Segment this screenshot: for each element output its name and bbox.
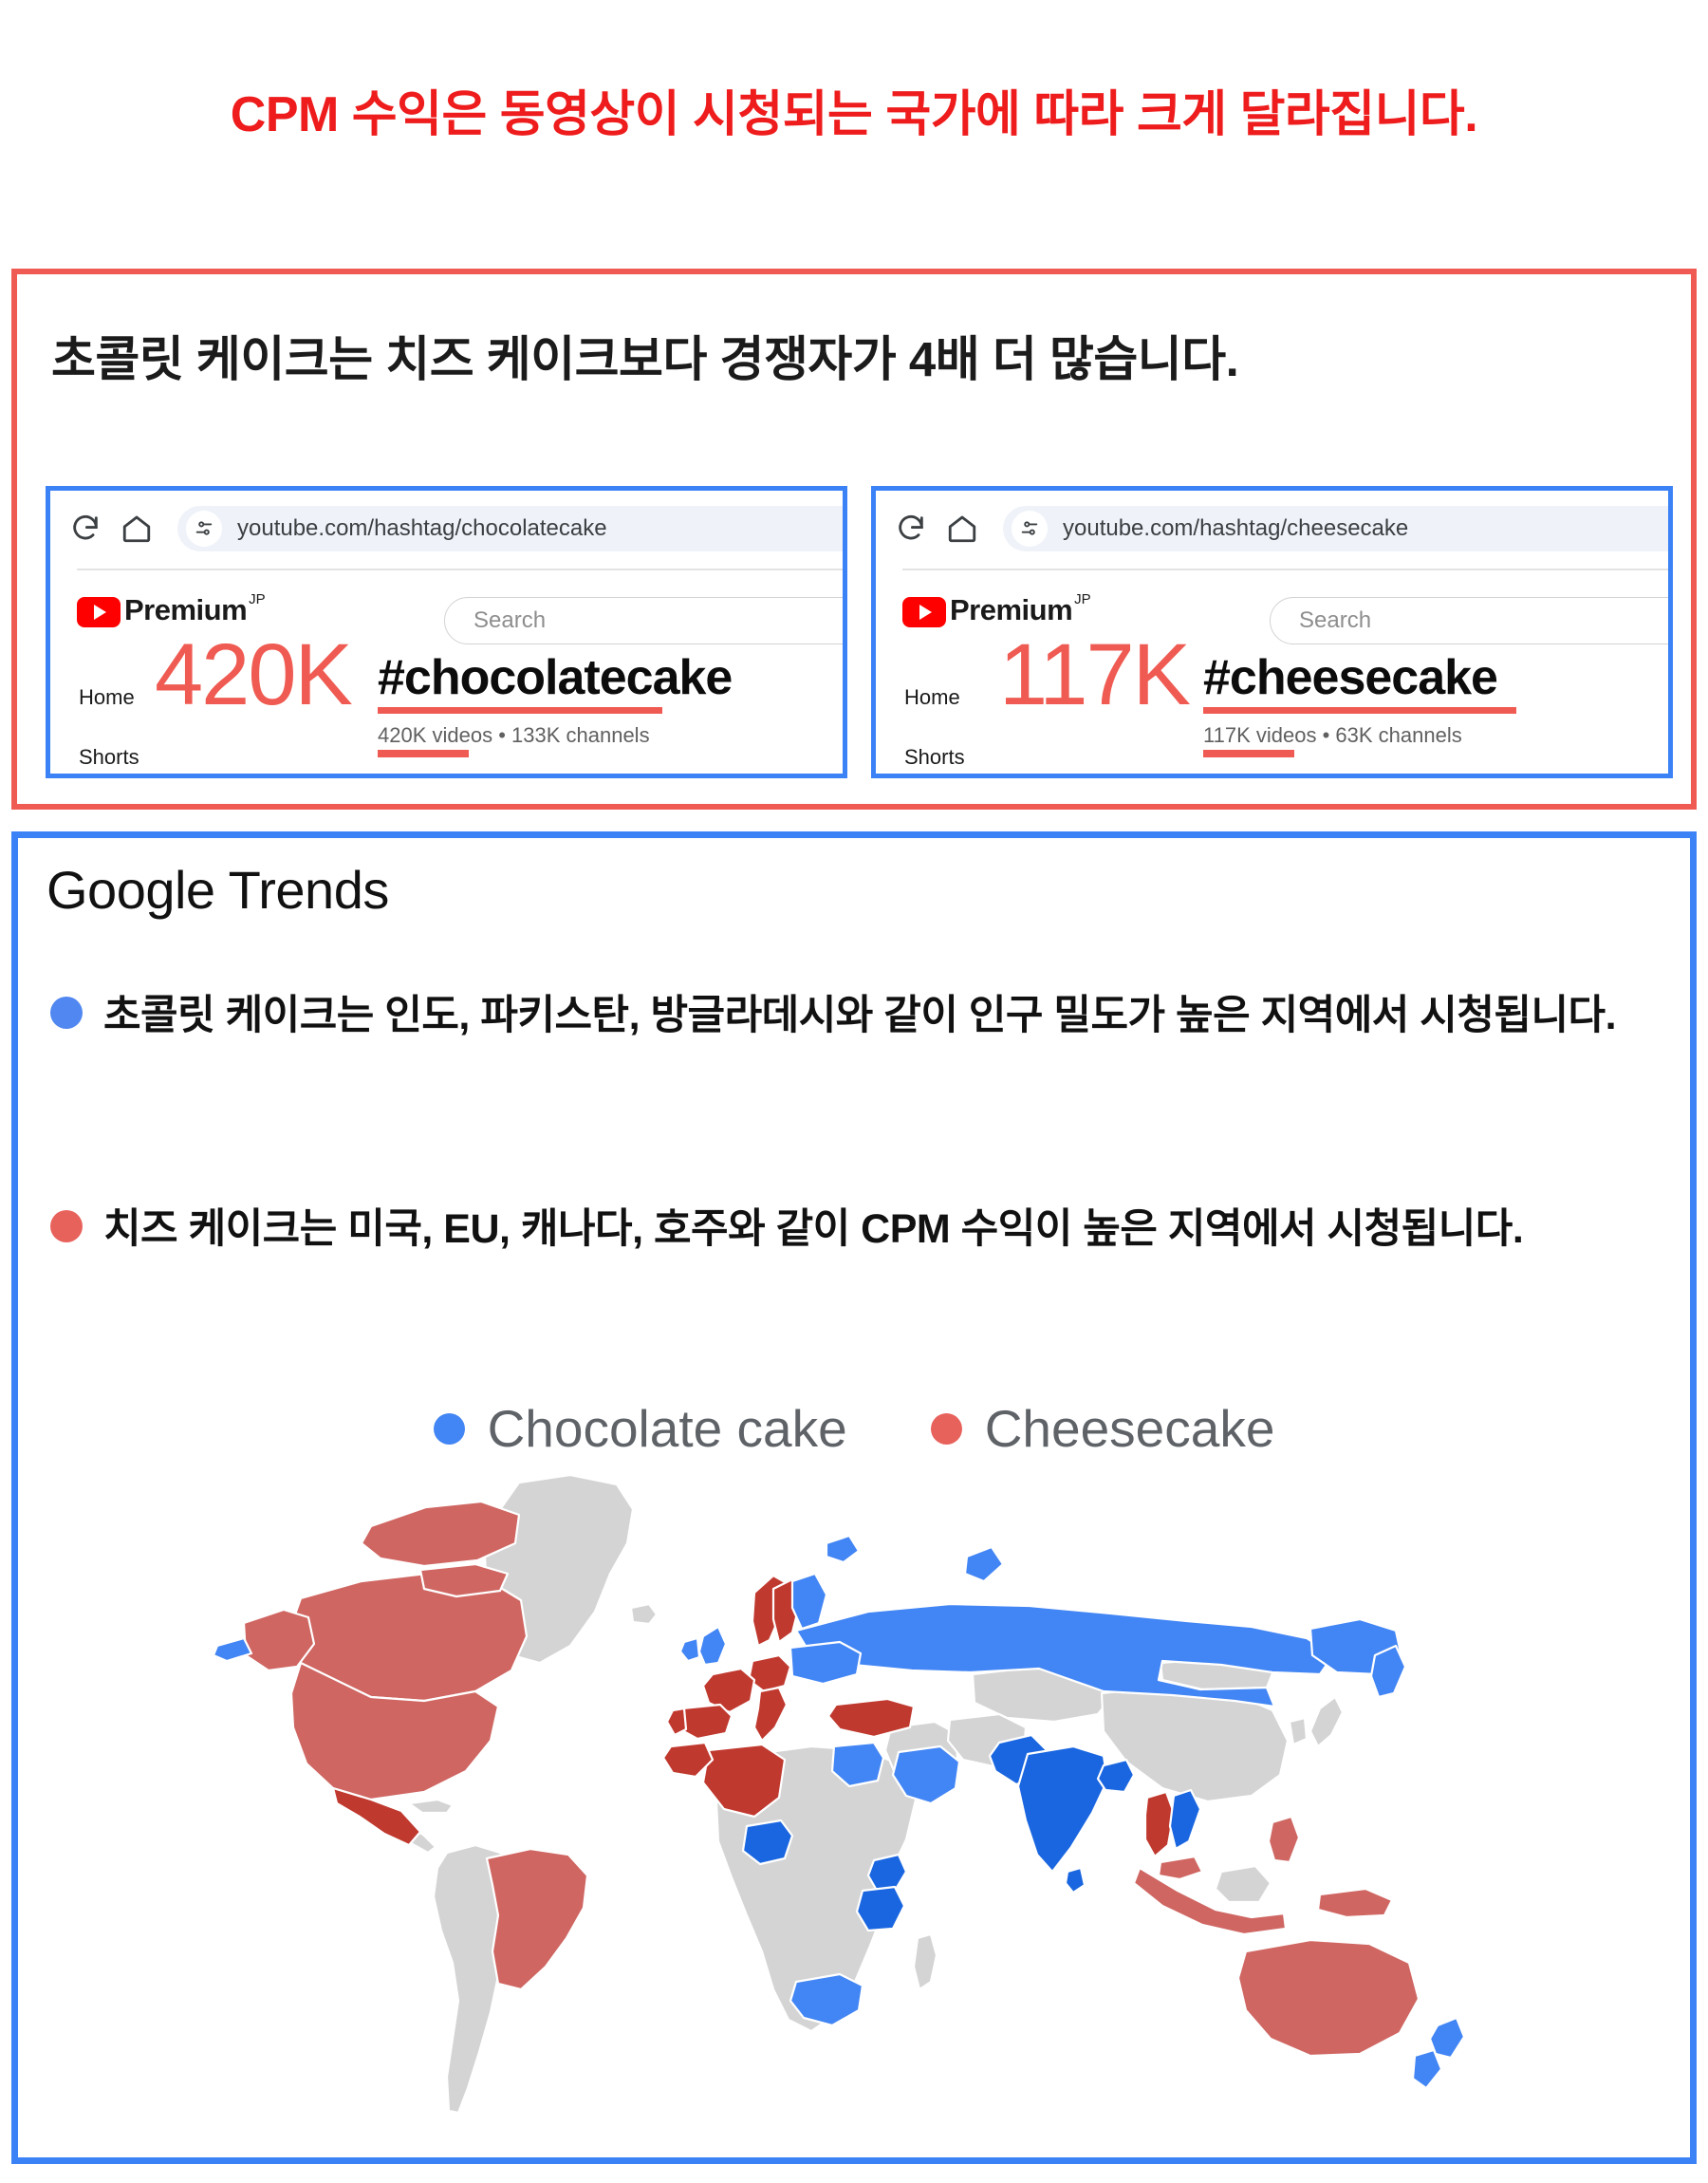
sidebar-item-shorts[interactable]: Shorts bbox=[79, 745, 139, 770]
url-text: youtube.com/hashtag/cheesecake bbox=[1063, 515, 1409, 541]
region-india bbox=[1016, 1745, 1109, 1874]
home-icon[interactable] bbox=[946, 513, 978, 545]
region-korea bbox=[1288, 1716, 1309, 1746]
sidebar-item-home[interactable]: Home bbox=[79, 685, 135, 710]
region-vietnam bbox=[1168, 1788, 1202, 1851]
youtube-card-chocolatecake[interactable]: youtube.com/hashtag/chocolatecake Premiu… bbox=[46, 486, 847, 778]
region-label: JP bbox=[1074, 591, 1091, 607]
region-brazil bbox=[485, 1847, 589, 1991]
site-settings-icon[interactable] bbox=[1012, 511, 1048, 547]
world-map-chart bbox=[18, 1469, 1690, 2134]
map-legend: Chocolate cake Cheesecake bbox=[18, 1398, 1690, 1459]
hashtag-title: #chocolatecake bbox=[378, 650, 733, 705]
url-text: youtube.com/hashtag/chocolatecake bbox=[237, 515, 607, 541]
world-map-svg bbox=[212, 1473, 1466, 2115]
region-ukraine-belarus bbox=[789, 1640, 863, 1686]
bullet-dot-icon bbox=[50, 1210, 83, 1242]
home-icon[interactable] bbox=[121, 513, 153, 545]
youtube-card-cheesecake[interactable]: youtube.com/hashtag/cheesecake Premium J… bbox=[871, 486, 1673, 778]
region-italy bbox=[752, 1686, 789, 1743]
region-ireland bbox=[678, 1636, 701, 1663]
region-australia bbox=[1236, 1938, 1420, 2058]
search-input[interactable]: Search bbox=[1270, 597, 1668, 644]
video-count-callout: 117K bbox=[999, 626, 1191, 723]
legend-item-cheesecake: Cheesecake bbox=[930, 1398, 1275, 1459]
search-input[interactable]: Search bbox=[444, 597, 843, 644]
region-philippines bbox=[1267, 1815, 1301, 1864]
section-title: Google Trends bbox=[46, 860, 389, 920]
video-count-callout: 420K bbox=[155, 626, 353, 723]
page-title: CPM 수익은 동영상이 시청되는 국가에 따라 크게 달라집니다. bbox=[230, 87, 1478, 142]
meta-underline bbox=[378, 750, 469, 757]
reload-icon[interactable] bbox=[69, 513, 102, 545]
region-portugal bbox=[665, 1707, 688, 1737]
google-trends-block: Google Trends 초콜릿 케이크는 인도, 파키스탄, 방글라데시와 … bbox=[11, 831, 1697, 2164]
region-sri-lanka bbox=[1064, 1866, 1086, 1894]
address-bar[interactable]: youtube.com/hashtag/cheesecake bbox=[1003, 506, 1668, 551]
legend-item-chocolate-cake: Chocolate cake bbox=[433, 1398, 847, 1459]
region-madagascar bbox=[912, 1932, 938, 1991]
youtube-play-icon bbox=[77, 597, 121, 627]
region-svalbard bbox=[825, 1534, 861, 1564]
sidebar-item-home[interactable]: Home bbox=[904, 685, 960, 710]
youtube-play-icon bbox=[902, 597, 946, 627]
bullet-item-cheesecake: 치즈 케이크는 미국, EU, 캐나다, 호주와 같이 CPM 수익이 높은 지… bbox=[50, 1199, 1654, 1259]
sidebar-item-shorts[interactable]: Shorts bbox=[904, 745, 965, 770]
region-bangladesh bbox=[1096, 1758, 1136, 1794]
legend-label: Cheesecake bbox=[984, 1399, 1275, 1458]
slide-root: CPM 수익은 동영상이 시청되는 국가에 따라 크게 달라집니다. 초콜릿 케… bbox=[0, 0, 1708, 2183]
hashtag-meta: 420K videos • 133K channels bbox=[378, 723, 650, 747]
region-papua bbox=[1316, 1887, 1394, 1919]
youtube-premium-logo[interactable]: Premium JP bbox=[77, 591, 266, 627]
region-nigeria bbox=[741, 1819, 794, 1866]
comparison-block: 초콜릿 케이크는 치즈 케이크보다 경쟁자가 4배 더 많습니다. youtub… bbox=[11, 269, 1697, 810]
region-label: JP bbox=[249, 591, 266, 607]
bullet-text: 초콜릿 케이크는 인도, 파키스탄, 방글라데시와 같이 인구 밀도가 높은 지… bbox=[103, 993, 1617, 1038]
region-iceland bbox=[629, 1602, 659, 1626]
comparison-sub-headline: 초콜릿 케이크는 치즈 케이크보다 경쟁자가 4배 더 많습니다. bbox=[51, 332, 1239, 386]
region-new-zealand-south bbox=[1411, 2048, 1443, 2090]
reload-icon[interactable] bbox=[895, 513, 927, 545]
bullet-dot-icon bbox=[50, 997, 83, 1029]
hashtag-section: #cheesecake 117K videos • 63K channels bbox=[1203, 650, 1516, 757]
chrome-divider bbox=[902, 569, 1668, 570]
brand-label: Premium bbox=[950, 593, 1073, 626]
region-finland bbox=[790, 1572, 828, 1631]
hashtag-underline bbox=[378, 707, 662, 714]
region-aleutians bbox=[212, 1636, 253, 1663]
region-caribbean bbox=[407, 1798, 455, 1815]
hashtag-title: #cheesecake bbox=[1203, 650, 1498, 705]
region-germany bbox=[747, 1653, 792, 1693]
legend-dot-icon bbox=[930, 1412, 962, 1445]
bullet-item-chocolate: 초콜릿 케이크는 인도, 파키스탄, 방글라데시와 같이 인구 밀도가 높은 지… bbox=[50, 985, 1654, 1046]
hashtag-meta: 117K videos • 63K channels bbox=[1203, 723, 1462, 747]
hashtag-section: #chocolatecake 420K videos • 133K channe… bbox=[378, 650, 733, 757]
address-bar[interactable]: youtube.com/hashtag/chocolatecake bbox=[177, 506, 843, 551]
region-kenya bbox=[866, 1853, 908, 1893]
site-settings-icon[interactable] bbox=[186, 511, 222, 547]
region-tanzania bbox=[855, 1885, 906, 1932]
legend-dot-icon bbox=[433, 1412, 465, 1445]
region-canada-arctic-2 bbox=[418, 1562, 510, 1598]
chrome-divider bbox=[77, 569, 843, 570]
region-malaysia bbox=[1157, 1855, 1204, 1881]
bullet-text: 치즈 케이크는 미국, EU, 캐나다, 호주와 같이 CPM 수익이 높은 지… bbox=[103, 1206, 1524, 1252]
region-united-kingdom bbox=[697, 1625, 728, 1667]
meta-underline bbox=[1203, 750, 1294, 757]
region-novaya-zemlya bbox=[963, 1545, 1005, 1583]
youtube-premium-logo[interactable]: Premium JP bbox=[902, 591, 1091, 627]
browser-chrome: youtube.com/hashtag/chocolatecake bbox=[50, 504, 843, 553]
region-borneo bbox=[1214, 1864, 1272, 1904]
legend-label: Chocolate cake bbox=[487, 1399, 847, 1458]
region-japan bbox=[1309, 1695, 1345, 1748]
brand-label: Premium bbox=[124, 593, 248, 626]
browser-chrome: youtube.com/hashtag/cheesecake bbox=[876, 504, 1668, 553]
hashtag-underline bbox=[1203, 707, 1516, 714]
